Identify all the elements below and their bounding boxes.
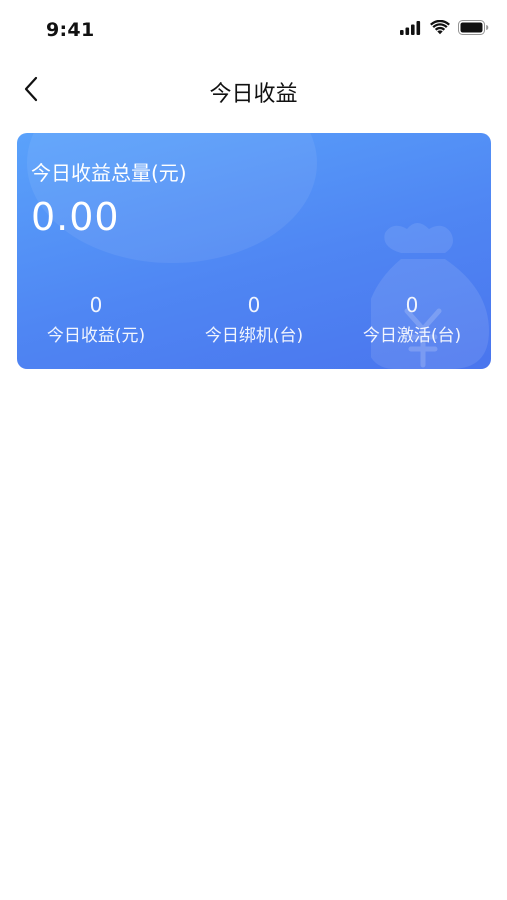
card-title: 今日收益总量(元): [31, 161, 187, 185]
stat-label: 今日激活(台): [362, 326, 462, 346]
wifi-icon: [430, 19, 450, 39]
stat-today-earnings: 0 今日收益(元): [17, 293, 175, 347]
status-icons: [400, 19, 489, 39]
stat-value: 0: [247, 293, 261, 317]
nav-bar: 今日收益: [0, 62, 507, 120]
signal-icon: [400, 20, 422, 39]
page-title: 今日收益: [209, 82, 298, 107]
stat-today-bindings: 0 今日绑机(台): [175, 293, 333, 347]
battery-icon: [458, 20, 489, 39]
card-stats: 0 今日收益(元) 0 今日绑机(台) 0 今日激活(台): [17, 293, 491, 347]
stat-value: 0: [405, 293, 419, 317]
stat-today-activations: 0 今日激活(台): [333, 293, 491, 347]
stat-value: 0: [89, 293, 103, 317]
stat-label: 今日收益(元): [46, 326, 146, 346]
status-time: 9:41: [46, 19, 95, 41]
total-earnings-value: 0.00: [31, 195, 120, 239]
status-bar: 9:41: [0, 0, 507, 58]
stat-label: 今日绑机(台): [204, 326, 304, 346]
earnings-card: 今日收益总量(元) 0.00 0 今日收益(元) 0 今日绑机(台) 0 今日激…: [17, 133, 491, 369]
